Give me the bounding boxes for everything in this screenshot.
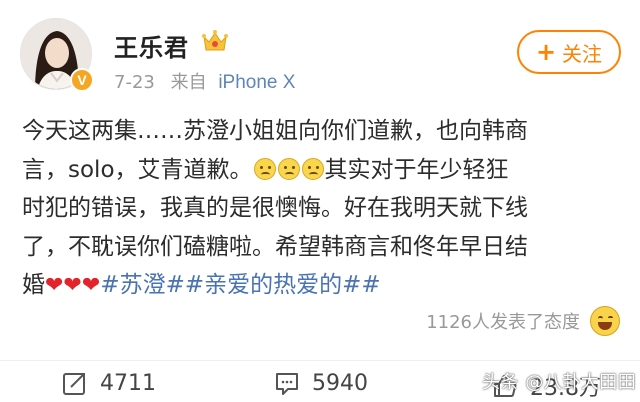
rolling-eyes-emoji xyxy=(253,157,276,180)
divider xyxy=(0,360,640,361)
repost-button[interactable]: 4711 xyxy=(62,370,156,396)
crown-icon xyxy=(201,28,229,54)
author-avatar[interactable]: V xyxy=(20,18,94,92)
comment-count: 5940 xyxy=(312,370,368,396)
verified-badge-icon: V xyxy=(70,68,94,92)
content-line: 言，solo，艾青道歉。 其实对于年少轻狂 xyxy=(22,151,622,190)
reaction-summary[interactable]: 1126人发表了态度 xyxy=(426,306,620,336)
content-line: 今天这两集……苏澄小姐姐向你们道歉，也向韩商 xyxy=(22,118,528,144)
reaction-count: 1126人发表了态度 xyxy=(426,312,580,333)
plus-icon: + xyxy=(535,38,557,66)
content-text: 言，solo，艾青道歉。 xyxy=(22,156,253,183)
watermark: 头条 @八卦大田田 xyxy=(482,372,637,393)
content-line: 时犯的错误，我真的是很懊悔。好在我明天就下线 xyxy=(22,195,528,221)
follow-button[interactable]: + 关注 xyxy=(517,30,621,74)
hashtag-tail: # xyxy=(361,272,381,298)
content-line: 了，不耽误你们磕糖啦。希望韩商言和佟年早日结 xyxy=(22,233,528,260)
comment-button[interactable]: 5940 xyxy=(274,370,368,396)
post-date: 7-23 xyxy=(114,72,155,93)
repost-icon xyxy=(63,373,85,395)
post-meta: 7-23 来自 iPhone X xyxy=(114,68,295,94)
heart-emoji: ❤❤❤ xyxy=(45,273,101,298)
content-text: 其实对于年少轻狂 xyxy=(324,156,509,183)
comment-icon xyxy=(276,373,298,395)
hashtag-link[interactable]: #苏澄##亲爱的热爱的# xyxy=(100,272,361,298)
post-header: V 王乐君 7-23 来自 iPhone X + 关注 xyxy=(0,0,640,96)
content-line: 婚❤❤❤#苏澄##亲爱的热爱的## xyxy=(22,266,622,306)
rolling-eyes-emoji xyxy=(301,157,324,180)
device-name[interactable]: iPhone X xyxy=(218,72,295,93)
content-text: 婚 xyxy=(22,272,45,298)
source-prefix: 来自 xyxy=(170,72,207,93)
follow-label: 关注 xyxy=(562,41,603,66)
repost-count: 4711 xyxy=(100,370,156,396)
rolling-eyes-emoji xyxy=(277,157,300,180)
laughing-emoji xyxy=(590,306,620,336)
post-content: 今天这两集……苏澄小姐姐向你们道歉，也向韩商 言，solo，艾青道歉。 其实对于年… xyxy=(22,112,622,306)
author-name[interactable]: 王乐君 xyxy=(114,28,189,63)
